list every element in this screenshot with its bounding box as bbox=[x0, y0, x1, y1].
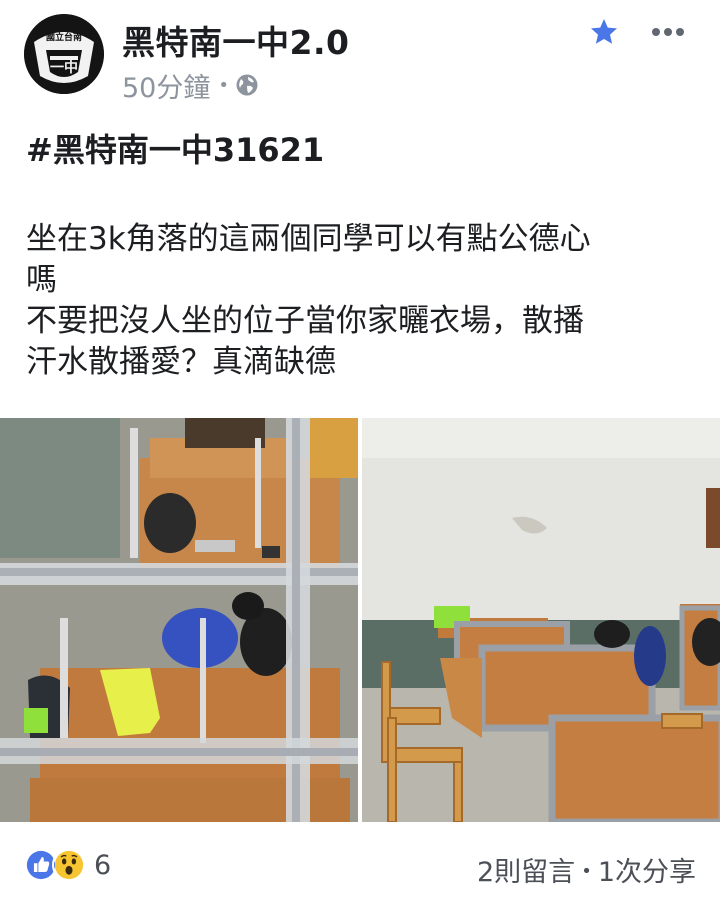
post-text-line: 汗水散播愛？真滴缺德 bbox=[26, 344, 336, 380]
meta-separator: • bbox=[218, 74, 229, 96]
post-text-line: 坐在3k角落的這兩個同學可以有點公德心 bbox=[26, 221, 591, 257]
page-avatar[interactable]: 國立台南 一中 bbox=[24, 14, 104, 94]
star-icon[interactable] bbox=[588, 16, 620, 48]
school-logo: 國立台南 一中 bbox=[24, 14, 104, 94]
more-options-icon[interactable] bbox=[648, 20, 688, 44]
reaction-count: 6 bbox=[94, 849, 112, 881]
post-timestamp[interactable]: 50分鐘 bbox=[122, 66, 210, 105]
engagement-separator: • bbox=[581, 861, 592, 882]
reactions-summary[interactable]: 6 bbox=[24, 848, 111, 882]
engagement-summary: 2則留言 • 1次分享 bbox=[477, 850, 696, 889]
avatar-emblem-text: 一中 bbox=[50, 59, 78, 76]
globe-icon bbox=[235, 73, 259, 97]
post-hashtag[interactable]: #黑特南一中31621 bbox=[26, 130, 696, 171]
post-header: 國立台南 一中 黑特南一中2.0 50分鐘 • bbox=[0, 0, 720, 110]
post-body: #黑特南一中31621 坐在3k角落的這兩個同學可以有點公德心 嗎 不要把沒人坐… bbox=[26, 130, 696, 383]
avatar-caption: 國立台南 bbox=[46, 31, 82, 43]
comments-count[interactable]: 2則留言 bbox=[477, 857, 575, 888]
post-footer: 6 2則留言 • 1次分享 bbox=[0, 830, 720, 903]
post-meta: 50分鐘 • bbox=[122, 66, 259, 105]
photo-study-room-window[interactable] bbox=[0, 418, 358, 822]
post-photos bbox=[0, 418, 720, 822]
shares-count[interactable]: 1次分享 bbox=[598, 857, 696, 888]
post-text-line: 不要把沒人坐的位子當你家曬衣場，散播 bbox=[26, 303, 584, 339]
wow-reaction-icon bbox=[52, 848, 86, 882]
page-name[interactable]: 黑特南一中2.0 bbox=[122, 16, 349, 64]
photo-study-room-corner[interactable] bbox=[362, 418, 720, 822]
post-text-line: 嗎 bbox=[26, 262, 57, 298]
